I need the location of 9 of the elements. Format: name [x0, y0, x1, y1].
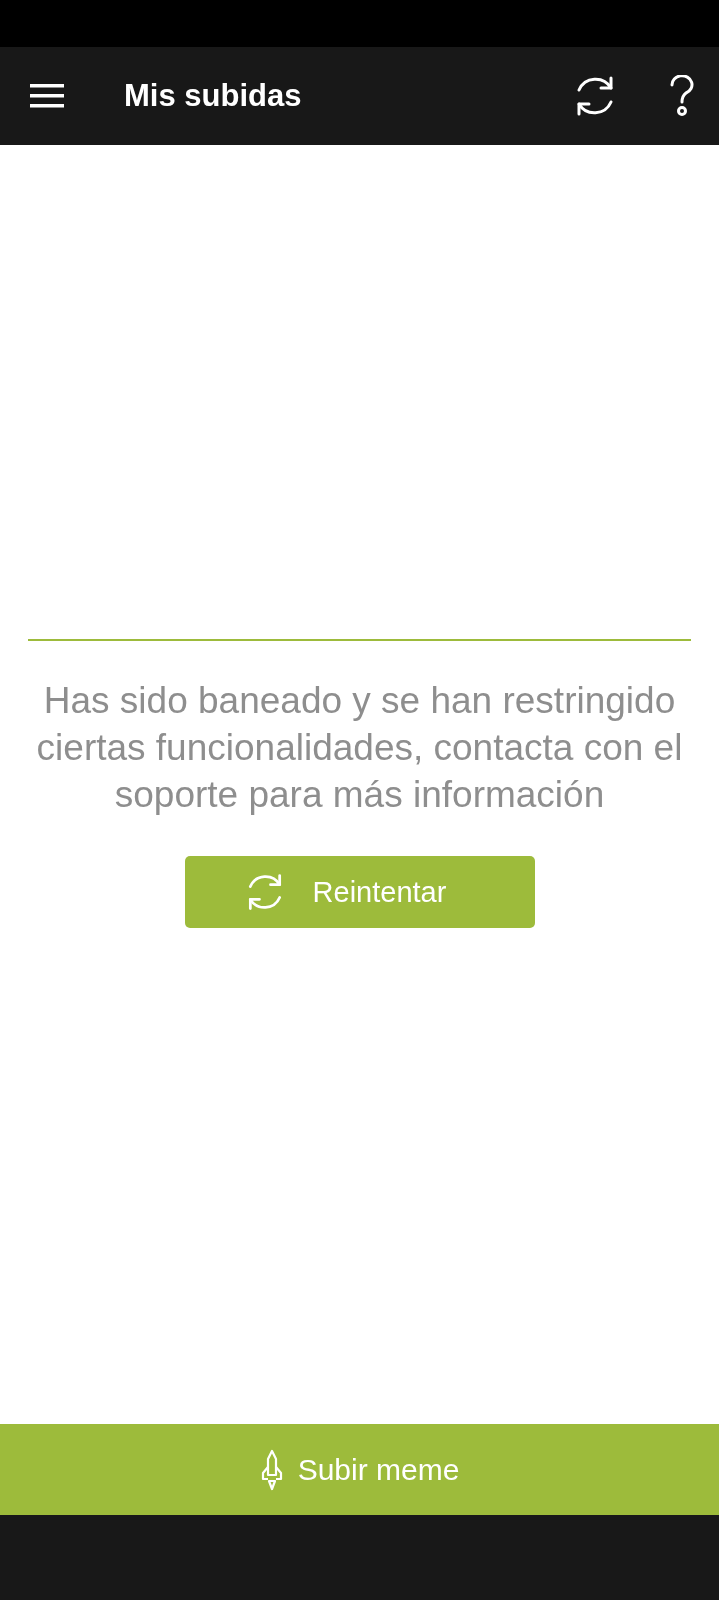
menu-button[interactable]: [30, 84, 64, 108]
app-bar-title: Mis subidas: [124, 78, 303, 114]
rocket-icon: [259, 1448, 284, 1491]
ban-message: Has sido baneado y se han restringido ciertas funcionalidades, contacta con el soporte para más información: [35, 679, 684, 817]
upload-button[interactable]: Subir meme: [0, 1424, 719, 1515]
retry-button[interactable]: Reintentar: [184, 856, 535, 928]
help-icon: [669, 75, 695, 117]
menu-icon: [30, 84, 64, 108]
help-button[interactable]: [669, 75, 695, 117]
